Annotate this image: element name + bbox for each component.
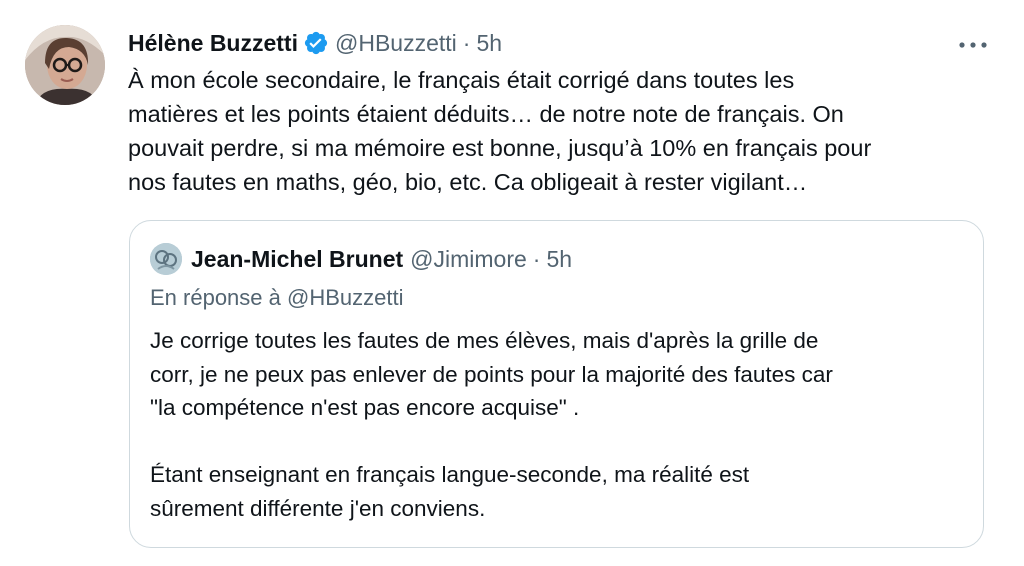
- author-avatar-image: [25, 25, 105, 105]
- quoted-author-handle[interactable]: @Jimimore: [410, 246, 527, 273]
- quoted-text-line: Je corrige toutes les fautes de mes élèv…: [150, 328, 819, 353]
- author-avatar[interactable]: [25, 25, 105, 105]
- quoted-author-name[interactable]: Jean-Michel Brunet: [191, 246, 403, 273]
- tweet-text-line: pouvait perdre, si ma mémoire est bonne,…: [128, 135, 872, 161]
- tweet-text-line: nos fautes en maths, géo, bio, etc. Ca o…: [128, 169, 808, 195]
- quoted-text-line: corr, je ne peux pas enlever de points p…: [150, 361, 833, 387]
- quoted-tweet-card[interactable]: Jean-Michel Brunet @Jimimore · 5h En rép…: [129, 220, 984, 548]
- verified-badge-icon: [303, 30, 329, 56]
- tweet-text-line: matières et les points étaient déduits… …: [128, 101, 844, 127]
- tweet-header: Hélène Buzzetti @HBuzzetti · 5h: [128, 27, 502, 59]
- author-handle[interactable]: @HBuzzetti: [335, 30, 457, 57]
- reply-to-label[interactable]: En réponse à @HBuzzetti: [150, 285, 403, 311]
- quoted-text-line: sûrement différente j'en conviens.: [150, 495, 486, 521]
- separator-dot: ·: [532, 245, 541, 272]
- quoted-tweet-header: Jean-Michel Brunet @Jimimore · 5h: [150, 243, 572, 275]
- quoted-text-line: "la compétence n'est pas encore acquise"…: [150, 395, 580, 420]
- quoted-tweet-text: Je corrige toutes les fautes de mes élèv…: [150, 324, 833, 525]
- quoted-text-line: Étant enseignant en français langue-seco…: [150, 462, 750, 487]
- tweet-text: À mon école secondaire, le français étai…: [128, 63, 1008, 199]
- tweet-text-line: À mon école secondaire, le français étai…: [128, 67, 795, 93]
- tweet-timestamp[interactable]: 5h: [476, 30, 502, 57]
- quoted-tweet-timestamp[interactable]: 5h: [546, 246, 572, 273]
- more-horizontal-icon[interactable]: [958, 30, 988, 50]
- quoted-text-line: [150, 425, 833, 459]
- quoted-author-avatar[interactable]: [150, 243, 182, 275]
- separator-dot: ·: [462, 29, 471, 56]
- author-name[interactable]: Hélène Buzzetti: [128, 30, 298, 57]
